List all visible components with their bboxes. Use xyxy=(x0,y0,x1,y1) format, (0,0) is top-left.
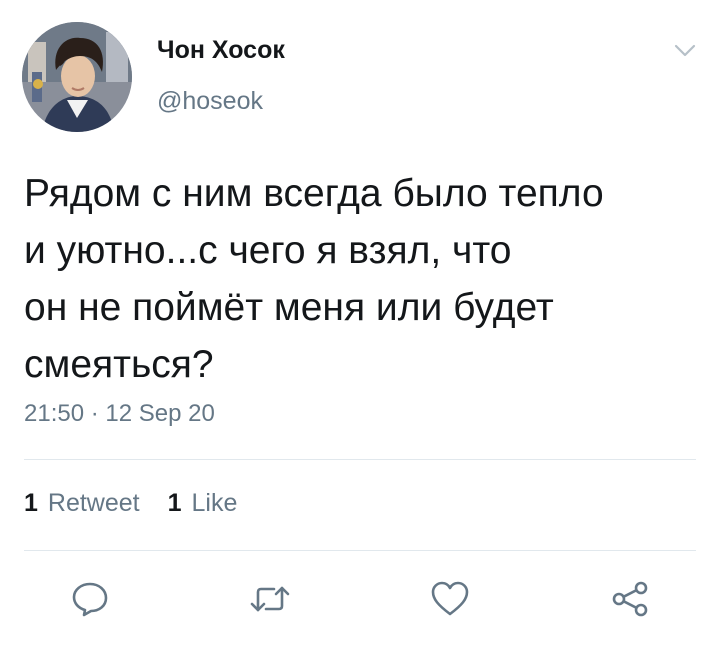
tweet-text: Рядом с ним всегда было тепло и уютно...… xyxy=(24,165,704,393)
avatar[interactable] xyxy=(22,22,132,132)
reply-button[interactable] xyxy=(68,577,112,621)
retweet-count: 1 xyxy=(24,489,38,517)
retweets-stat[interactable]: 1 Retweet xyxy=(24,489,140,518)
tweet-stats: 1 Retweet 1 Like xyxy=(24,489,265,518)
chevron-down-icon[interactable] xyxy=(668,36,702,66)
retweet-icon xyxy=(250,586,290,612)
like-button[interactable] xyxy=(428,577,472,621)
retweet-button[interactable] xyxy=(248,577,292,621)
display-name[interactable]: Чон Хосок xyxy=(157,36,285,65)
avatar-photo xyxy=(22,22,132,132)
reply-icon xyxy=(72,582,108,617)
username-handle[interactable]: @hoseok xyxy=(157,87,263,116)
tweet-text-line: Рядом с ним всегда было тепло xyxy=(24,172,604,215)
tweet-text-line: смеяться? xyxy=(24,343,214,386)
divider xyxy=(24,459,696,460)
like-count: 1 xyxy=(167,489,182,517)
likes-stat[interactable]: 1 Like xyxy=(168,489,238,518)
tweet-text-line: и уютно...с чего я взял, что xyxy=(24,229,512,272)
divider xyxy=(24,550,696,551)
share-button[interactable] xyxy=(608,577,652,621)
share-icon xyxy=(612,581,648,617)
like-label: Like xyxy=(191,489,238,517)
tweet-timestamp[interactable]: 21:50 · 12 Sep 20 xyxy=(24,400,215,428)
tweet-text-line: он не поймёт меня или будет xyxy=(24,286,554,329)
retweet-label: Retweet xyxy=(47,489,140,517)
heart-icon xyxy=(431,581,469,616)
